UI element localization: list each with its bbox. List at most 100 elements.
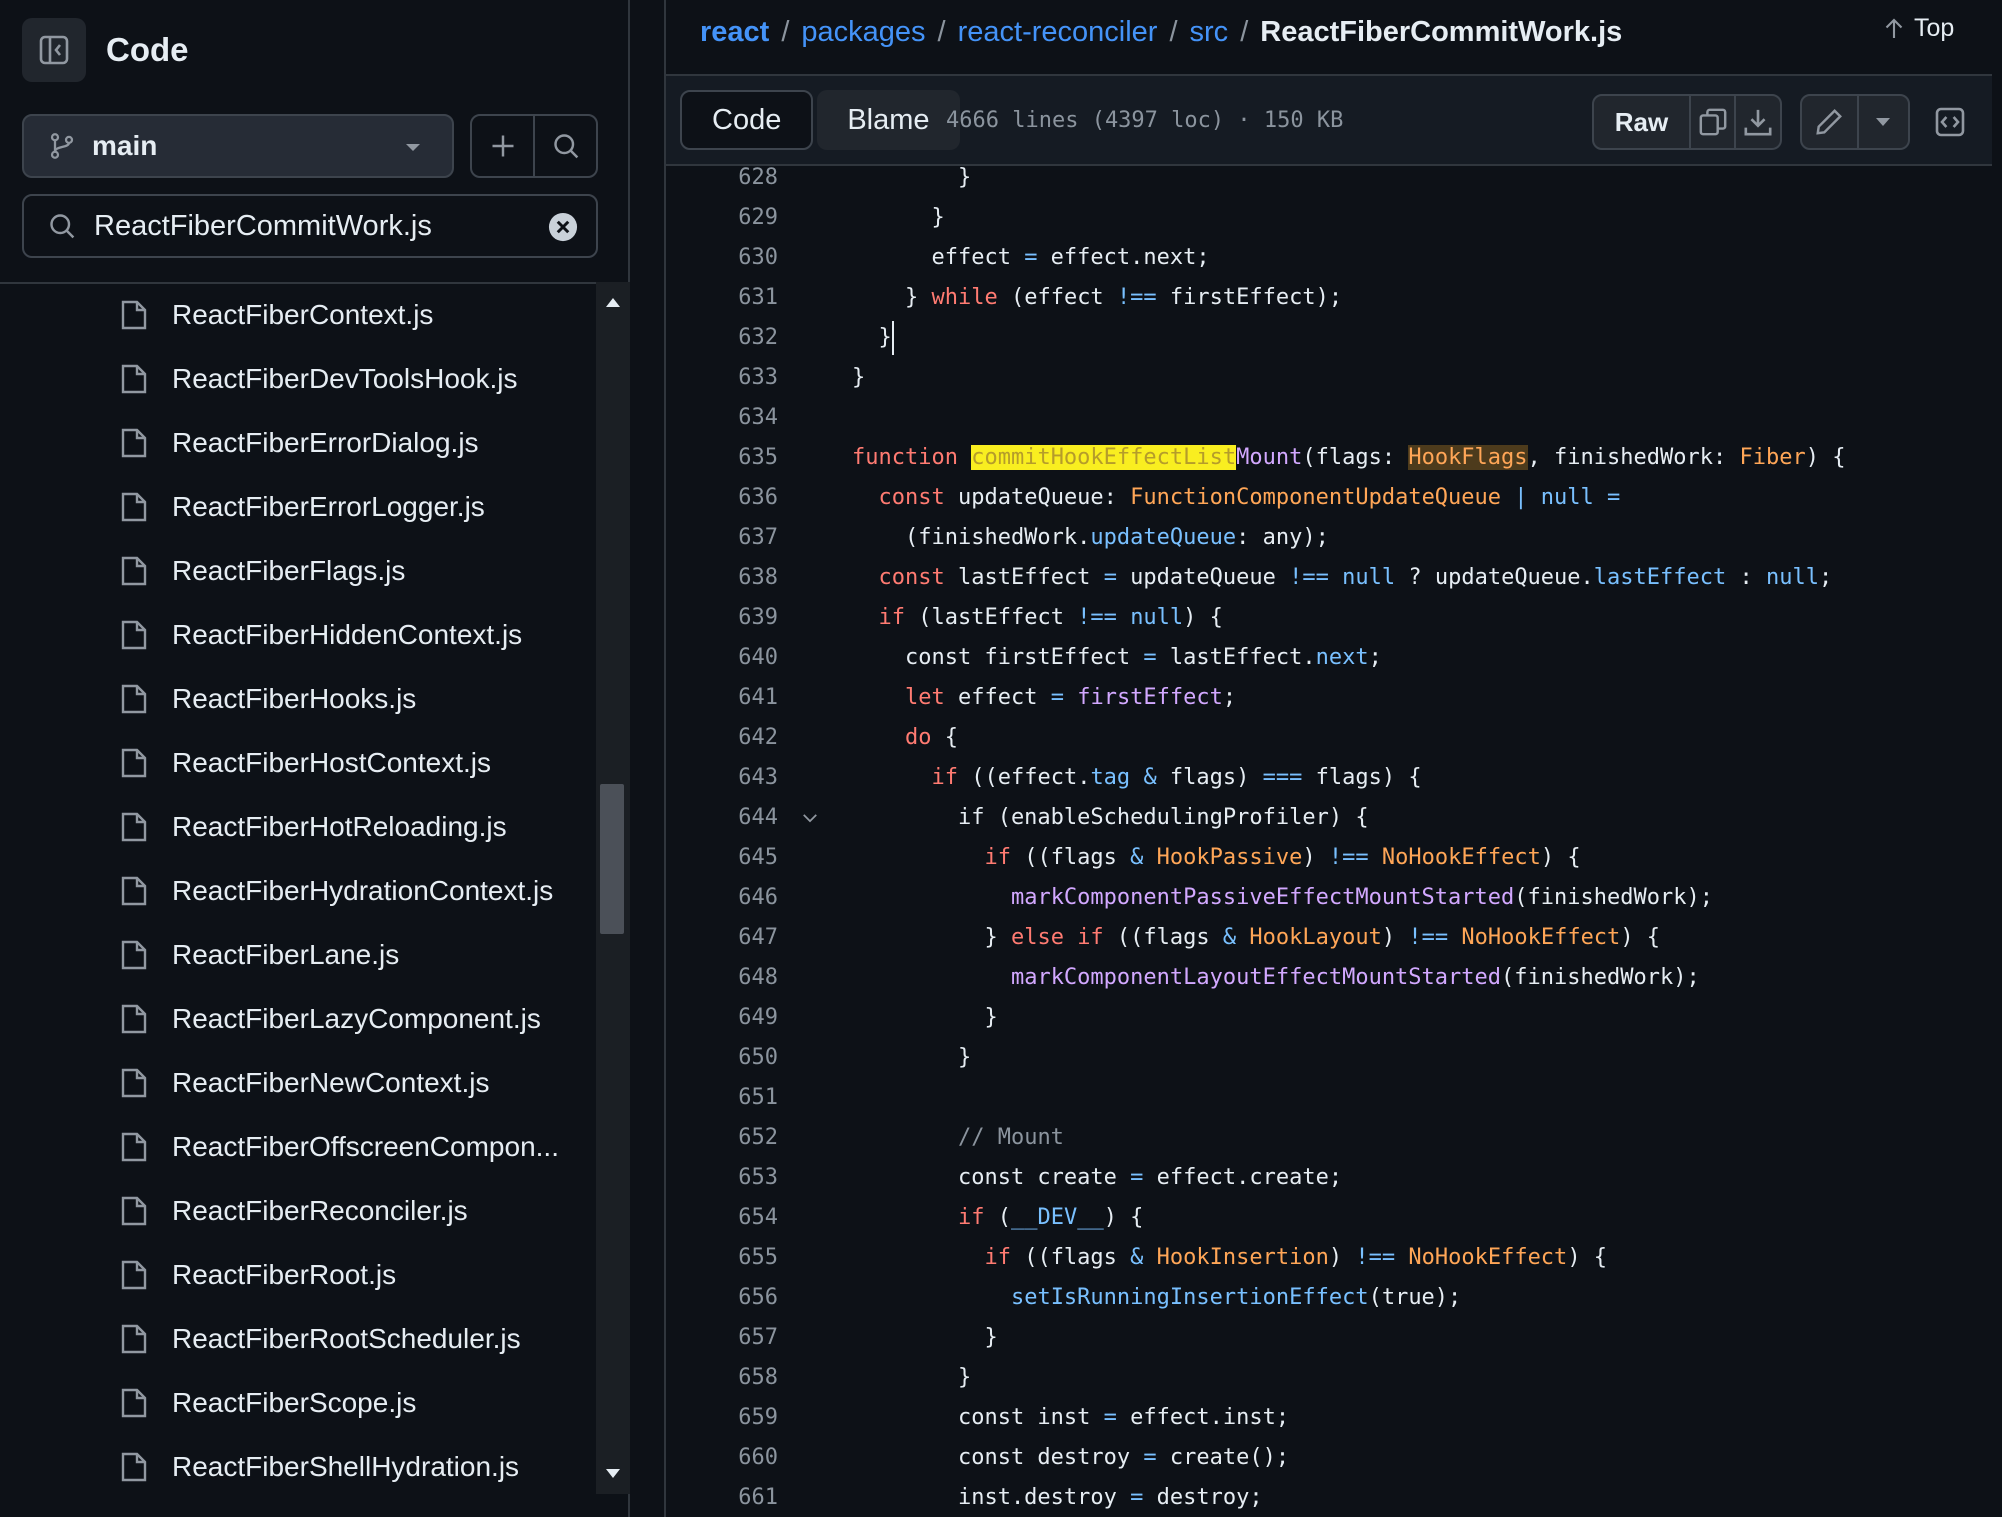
file-name: ReactFiberShellHydration.js	[172, 1451, 520, 1482]
file-tree-item[interactable]: ReactFiberContext.js	[120, 290, 433, 340]
download-button[interactable]	[1734, 96, 1780, 148]
file-icon	[121, 1452, 147, 1482]
branch-selector-button[interactable]: main	[22, 114, 454, 178]
file-tree-item[interactable]: ReactFiberFlags.js	[120, 546, 405, 596]
code-line: 630 effect = effect.next;	[738, 245, 1210, 270]
collapse-sidebar-button[interactable]	[22, 18, 86, 82]
file-tree-item[interactable]: ReactFiberHooks.js	[120, 674, 416, 724]
search-code-button[interactable]	[535, 116, 596, 176]
file-tree-item[interactable]: ReactFiberNewContext.js	[120, 1058, 489, 1108]
file-tree-item[interactable]: ReactFiberErrorLogger.js	[120, 482, 485, 532]
file-name: ReactFiberHydrationContext.js	[172, 875, 554, 906]
file-tree-item[interactable]: ReactFiberErrorDialog.js	[120, 418, 479, 468]
code-line: 659 const inst = effect.inst;	[738, 1405, 1290, 1430]
file-tree-item[interactable]: ReactFiberRoot.js	[120, 1250, 396, 1300]
code-line: 661 inst.destroy = destroy;	[738, 1485, 1263, 1510]
tab-blame[interactable]: Blame	[817, 90, 960, 150]
file-name: ReactFiberLazyComponent.js	[172, 1003, 541, 1034]
code-line: 653 const create = effect.create;	[738, 1165, 1343, 1190]
file-tree-item[interactable]: ReactFiberLazyComponent.js	[120, 994, 541, 1044]
search-match-highlight: commitHookEffectList	[971, 445, 1237, 470]
file-icon	[121, 556, 147, 586]
file-icon	[121, 1132, 147, 1162]
clear-search-icon[interactable]	[548, 212, 578, 242]
code-line: 660 const destroy = create();	[738, 1445, 1290, 1470]
download-icon	[1744, 109, 1772, 136]
file-tree-item[interactable]: ReactFiberShellHydration.js	[120, 1442, 519, 1492]
file-icon	[121, 812, 147, 842]
file-icon	[121, 876, 147, 906]
file-tree-item[interactable]: ReactFiberHostContext.js	[120, 738, 491, 788]
scroll-down-arrow-icon[interactable]	[605, 1468, 621, 1480]
code-line: 642 do {	[738, 725, 958, 750]
scrollbar-thumb[interactable]	[600, 784, 624, 934]
code-line: 632 }	[666, 318, 1986, 358]
file-name: ReactFiberContext.js	[172, 299, 434, 330]
go-to-file-search[interactable]	[22, 194, 598, 258]
scroll-up-arrow-icon[interactable]	[605, 296, 621, 308]
code-line: 639 if (lastEffect !== null) {	[738, 605, 1223, 630]
code-line: 631 } while (effect !== firstEffect);	[738, 285, 1343, 310]
breadcrumb-packages-link[interactable]: packages	[801, 16, 925, 49]
tab-code[interactable]: Code	[680, 90, 814, 150]
search-icon	[50, 214, 75, 239]
file-icon	[121, 748, 147, 778]
file-name: ReactFiberRootScheduler.js	[172, 1323, 521, 1354]
code-square-icon	[1935, 107, 1965, 137]
code-line: 652 // Mount	[738, 1125, 1064, 1150]
file-search-input[interactable]	[92, 208, 536, 244]
code-line: 644 if (enableSchedulingProfiler) {	[738, 805, 1369, 830]
code-line: 634	[738, 405, 778, 430]
breadcrumb: react / packages / react-reconciler / sr…	[700, 15, 1623, 49]
file-tree-item[interactable]: ReactFiberReconciler.js	[120, 1186, 468, 1236]
sidebar-actions	[470, 114, 598, 178]
code-line: 655 if ((flags & HookInsertion) !== NoHo…	[738, 1245, 1608, 1270]
file-toolbar: Code Blame 4666 lines (4397 loc) · 150 K…	[666, 74, 1992, 166]
file-tree-item[interactable]: ReactFiberHiddenContext.js	[120, 610, 522, 660]
symbols-panel-button[interactable]	[1922, 94, 1978, 150]
raw-button[interactable]: Raw	[1594, 96, 1689, 148]
file-viewer: react / packages / react-reconciler / sr…	[664, 0, 2002, 1517]
fold-chevron-icon[interactable]	[800, 808, 820, 828]
file-name: ReactFiberDevToolsHook.js	[172, 363, 518, 394]
file-name: ReactFiberHostContext.js	[172, 747, 492, 778]
breadcrumb-repo-link[interactable]: react	[700, 16, 769, 49]
file-tree-item[interactable]: ReactFiberLane.js	[120, 930, 399, 980]
file-info: 4666 lines (4397 loc) · 150 KB	[946, 108, 1344, 133]
code-line: 637 (finishedWork.updateQueue: any);	[738, 525, 1329, 550]
code-line: 650 }	[738, 1045, 972, 1070]
breadcrumb-react-reconciler-link[interactable]: react-reconciler	[958, 16, 1158, 49]
branch-name: main	[92, 130, 158, 161]
file-tree-item[interactable]: ReactFiberDevToolsHook.js	[120, 354, 517, 404]
file-tree-item[interactable]: ReactFiberHotReloading.js	[120, 802, 507, 852]
file-name: ReactFiberOffscreenCompon...	[172, 1131, 559, 1162]
file-name: ReactFiberHooks.js	[172, 683, 417, 714]
file-tree-scrollbar[interactable]	[596, 282, 630, 1494]
top-link-label: Top	[1914, 14, 1955, 42]
file-tree-item[interactable]: ReactFiberHydrationContext.js	[120, 866, 553, 916]
file-name: ReactFiberErrorDialog.js	[172, 427, 479, 458]
file-name: ReactFiberReconciler.js	[172, 1195, 468, 1226]
file-name: ReactFiberHiddenContext.js	[172, 619, 523, 650]
file-icon	[121, 1324, 147, 1354]
chevron-down-icon	[406, 144, 420, 151]
breadcrumb-current-file: ReactFiberCommitWork.js	[1260, 15, 1623, 48]
back-to-top-link[interactable]: Top	[1882, 14, 1954, 43]
view-mode-toggle: Code Blame	[680, 90, 960, 150]
edit-file-button[interactable]	[1802, 96, 1857, 148]
file-tree-item[interactable]: ReactFiberRootScheduler.js	[120, 1314, 521, 1364]
file-tree-item[interactable]: ReactFiberOffscreenCompon...	[120, 1122, 559, 1172]
copy-raw-button[interactable]	[1688, 96, 1735, 148]
file-icon	[121, 684, 147, 714]
file-icon	[121, 1260, 147, 1290]
symbol-highlight: HookFlags	[1408, 445, 1528, 470]
code-view[interactable]: 628 } 629 } 630 effect = effect.next; 63…	[666, 166, 1992, 1517]
code-line: 657 }	[738, 1325, 998, 1350]
edit-options-dropdown[interactable]	[1856, 96, 1908, 148]
search-icon	[553, 134, 578, 159]
git-branch-icon	[50, 133, 74, 159]
breadcrumb-src-link[interactable]: src	[1190, 16, 1229, 49]
add-file-button[interactable]	[472, 116, 535, 176]
code-line: 648 markComponentLayoutEffectMountStarte…	[738, 965, 1700, 990]
file-tree-item[interactable]: ReactFiberScope.js	[120, 1378, 416, 1428]
